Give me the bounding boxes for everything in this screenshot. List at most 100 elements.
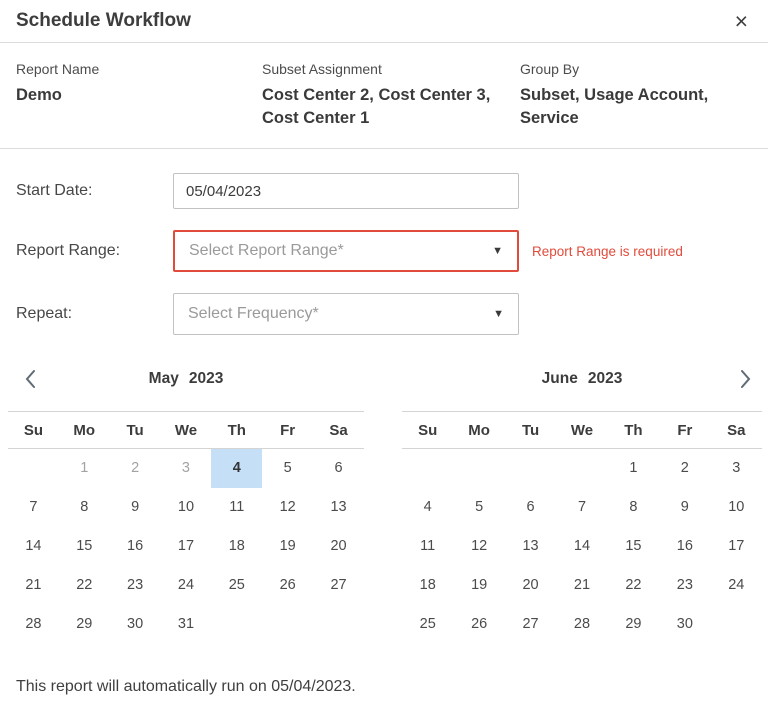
- weekday-label: Th: [211, 412, 262, 449]
- calendar-day[interactable]: 10: [711, 488, 762, 527]
- calendar-prev-button[interactable]: [16, 364, 46, 394]
- calendar-day[interactable]: 27: [313, 566, 364, 605]
- calendar-day-empty: [211, 605, 262, 644]
- calendar-day[interactable]: 25: [402, 605, 453, 644]
- summary-label: Group By: [520, 61, 752, 77]
- summary-label: Report Name: [16, 61, 262, 77]
- calendar-june: June 2023 SuMoTuWeThFrSa1234567891011121…: [402, 361, 762, 644]
- calendar-day[interactable]: 23: [659, 566, 710, 605]
- summary-value: Cost Center 2, Cost Center 3, Cost Cente…: [262, 84, 510, 130]
- summary-value: Demo: [16, 84, 262, 107]
- calendar-day[interactable]: 12: [262, 488, 313, 527]
- calendar-day[interactable]: 18: [402, 566, 453, 605]
- calendar-day[interactable]: 20: [505, 566, 556, 605]
- calendar-day-empty: [711, 605, 762, 644]
- calendar-grid-container: SuMoTuWeThFrSa12345678910111213141516171…: [8, 411, 364, 644]
- calendar-day[interactable]: 13: [505, 527, 556, 566]
- weekday-label: Su: [402, 412, 453, 449]
- calendar-day[interactable]: 30: [659, 605, 710, 644]
- weekday-label: Sa: [711, 412, 762, 449]
- calendar-day[interactable]: 8: [59, 488, 110, 527]
- auto-run-note: This report will automatically run on 05…: [0, 644, 768, 696]
- calendar-day[interactable]: 21: [8, 566, 59, 605]
- calendar-day[interactable]: 27: [505, 605, 556, 644]
- date-picker: May 2023 SuMoTuWeThFrSa12345678910111213…: [0, 335, 768, 644]
- start-date-input[interactable]: [173, 173, 519, 209]
- repeat-dropdown[interactable]: Select Frequency* ▼: [173, 293, 519, 335]
- weekday-label: Mo: [59, 412, 110, 449]
- calendar-day[interactable]: 9: [659, 488, 710, 527]
- calendar-day[interactable]: 21: [556, 566, 607, 605]
- start-date-row: Start Date:: [16, 173, 752, 209]
- calendar-day[interactable]: 19: [453, 566, 504, 605]
- calendar-day-empty: [556, 449, 607, 488]
- calendar-day[interactable]: 2: [659, 449, 710, 488]
- calendar-day[interactable]: 25: [211, 566, 262, 605]
- calendar-day[interactable]: 30: [110, 605, 161, 644]
- calendar-day[interactable]: 6: [313, 449, 364, 488]
- report-range-placeholder: Select Report Range*: [189, 242, 344, 260]
- calendar-day[interactable]: 11: [211, 488, 262, 527]
- calendar-year: 2023: [588, 370, 622, 388]
- calendar-day[interactable]: 16: [659, 527, 710, 566]
- calendar-day[interactable]: 13: [313, 488, 364, 527]
- calendar-day: 1: [59, 449, 110, 488]
- summary-value: Subset, Usage Account, Service: [520, 84, 752, 130]
- calendar-day[interactable]: 1: [608, 449, 659, 488]
- weekday-label: We: [556, 412, 607, 449]
- calendar-day[interactable]: 7: [8, 488, 59, 527]
- calendar-day[interactable]: 8: [608, 488, 659, 527]
- calendar-day[interactable]: 14: [556, 527, 607, 566]
- repeat-placeholder: Select Frequency*: [188, 305, 319, 323]
- weekday-label: Su: [8, 412, 59, 449]
- calendar-day-empty: [453, 449, 504, 488]
- calendar-day[interactable]: 4: [211, 449, 262, 488]
- calendar-title: June 2023: [542, 370, 623, 388]
- summary-group-by: Group By Subset, Usage Account, Service: [520, 61, 752, 130]
- calendar-day[interactable]: 5: [262, 449, 313, 488]
- report-range-dropdown[interactable]: Select Report Range* ▼: [173, 230, 519, 272]
- calendar-day[interactable]: 23: [110, 566, 161, 605]
- calendar-day[interactable]: 15: [59, 527, 110, 566]
- calendar-header: May 2023: [8, 361, 364, 397]
- calendar-day[interactable]: 29: [608, 605, 659, 644]
- calendar-day[interactable]: 17: [711, 527, 762, 566]
- report-range-row: Report Range: Select Report Range* ▼ Rep…: [16, 230, 752, 272]
- calendar-day[interactable]: 9: [110, 488, 161, 527]
- calendar-day[interactable]: 29: [59, 605, 110, 644]
- calendar-day[interactable]: 24: [711, 566, 762, 605]
- calendar-grid-container: SuMoTuWeThFrSa12345678910111213141516171…: [402, 411, 762, 644]
- calendar-day[interactable]: 19: [262, 527, 313, 566]
- calendar-day[interactable]: 24: [161, 566, 212, 605]
- calendar-day[interactable]: 14: [8, 527, 59, 566]
- chevron-down-icon: ▼: [492, 245, 503, 257]
- calendar-day[interactable]: 10: [161, 488, 212, 527]
- calendar-day[interactable]: 28: [8, 605, 59, 644]
- calendar-next-button[interactable]: [730, 364, 760, 394]
- calendar-day[interactable]: 5: [453, 488, 504, 527]
- calendar-day[interactable]: 28: [556, 605, 607, 644]
- calendar-year: 2023: [189, 370, 223, 388]
- weekday-label: Mo: [453, 412, 504, 449]
- report-summary: Report Name Demo Subset Assignment Cost …: [0, 43, 768, 149]
- calendar-day[interactable]: 17: [161, 527, 212, 566]
- calendar-day[interactable]: 16: [110, 527, 161, 566]
- calendar-day[interactable]: 20: [313, 527, 364, 566]
- weekday-label: Th: [608, 412, 659, 449]
- repeat-label: Repeat:: [16, 305, 173, 323]
- calendar-day[interactable]: 18: [211, 527, 262, 566]
- calendar-day[interactable]: 11: [402, 527, 453, 566]
- calendar-day[interactable]: 3: [711, 449, 762, 488]
- calendar-day[interactable]: 31: [161, 605, 212, 644]
- calendar-day[interactable]: 22: [59, 566, 110, 605]
- calendar-day[interactable]: 26: [453, 605, 504, 644]
- calendar-day[interactable]: 6: [505, 488, 556, 527]
- calendar-day[interactable]: 26: [262, 566, 313, 605]
- close-button[interactable]: ×: [735, 10, 748, 33]
- calendar-day[interactable]: 22: [608, 566, 659, 605]
- calendar-day[interactable]: 12: [453, 527, 504, 566]
- calendar-day[interactable]: 4: [402, 488, 453, 527]
- calendar-day[interactable]: 7: [556, 488, 607, 527]
- report-range-error: Report Range is required: [532, 244, 683, 259]
- calendar-day[interactable]: 15: [608, 527, 659, 566]
